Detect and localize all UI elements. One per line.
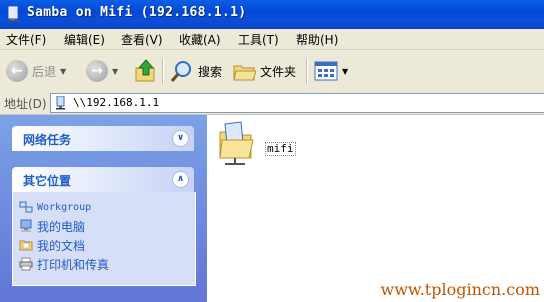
address-input[interactable]: \\192.168.1.1 xyxy=(50,93,544,113)
search-label: 搜索 xyxy=(198,64,223,79)
file-list: mifi xyxy=(207,115,544,302)
workgroup-icon xyxy=(19,201,33,213)
network-share-icon xyxy=(8,6,18,22)
forward-arrow-icon: → xyxy=(86,60,108,82)
network-tasks-title: 网络任务 xyxy=(23,133,72,147)
link-printers-faxes-label: 打印机和传真 xyxy=(37,257,110,272)
folders-icon xyxy=(233,65,256,81)
link-my-computer-label: 我的电脑 xyxy=(37,219,86,234)
my-documents-icon xyxy=(19,240,33,251)
menu-bar: 文件(F) 编辑(E) 查看(V) 收藏(A) 工具(T) 帮助(H) xyxy=(0,29,544,50)
toolbar-separator xyxy=(162,58,164,84)
up-folder-icon xyxy=(135,59,155,82)
window-title: Samba on Mifi (192.168.1.1) xyxy=(27,5,247,20)
network-folder-icon xyxy=(219,121,254,165)
up-folder-button[interactable] xyxy=(134,56,158,86)
menu-edit[interactable]: 编辑(E) xyxy=(64,31,105,48)
address-value: \\192.168.1.1 xyxy=(73,96,160,109)
expand-chevron-icon[interactable]: ∨ xyxy=(172,130,189,147)
menu-tools[interactable]: 工具(T) xyxy=(238,31,279,48)
toolbar-separator xyxy=(306,58,308,84)
link-my-documents-label: 我的文档 xyxy=(37,238,86,253)
other-places-title: 其它位置 xyxy=(23,174,72,188)
menu-help[interactable]: 帮助(H) xyxy=(296,31,338,48)
network-tasks-header[interactable]: 网络任务 ∨ xyxy=(12,126,194,151)
views-dropdown-icon[interactable]: ▼ xyxy=(342,67,348,76)
back-button[interactable]: ← 后退 ▼ xyxy=(6,56,66,86)
back-arrow-icon: ← xyxy=(6,60,28,82)
search-button[interactable]: 搜索 xyxy=(170,56,222,86)
my-computer-icon xyxy=(20,219,32,232)
toolbar: ← 后退 ▼ → ▼ 搜索 文件夹 ▼ xyxy=(0,50,544,93)
link-my-computer[interactable]: 我的电脑 xyxy=(19,218,85,234)
menu-favorites[interactable]: 收藏(A) xyxy=(179,31,221,48)
link-printers-faxes[interactable]: 打印机和传真 xyxy=(19,256,109,272)
folders-button[interactable]: 文件夹 xyxy=(232,56,296,86)
back-dropdown-icon[interactable]: ▼ xyxy=(60,67,66,76)
folders-label: 文件夹 xyxy=(260,64,297,79)
other-places-panel: Workgroup 我的电脑 我的文档 打印机和传真 xyxy=(12,192,196,286)
link-workgroup-label: Workgroup xyxy=(37,201,92,213)
menu-file[interactable]: 文件(F) xyxy=(6,31,46,48)
search-icon xyxy=(170,61,191,82)
shared-folder-item[interactable]: mifi xyxy=(217,120,297,170)
collapse-chevron-icon[interactable]: ∧ xyxy=(172,171,189,188)
views-button[interactable]: ▼ xyxy=(314,56,348,86)
network-share-icon xyxy=(56,96,65,110)
watermark: www.tplogincn.com xyxy=(322,278,544,302)
task-pane: 网络任务 ∨ 其它位置 ∧ Workgroup 我的电脑 我的文档 打印机和传真 xyxy=(0,115,207,302)
address-label: 地址(D) xyxy=(4,97,47,111)
address-bar: 地址(D) \\192.168.1.1 xyxy=(0,92,544,115)
link-workgroup[interactable]: Workgroup xyxy=(19,199,91,215)
forward-button[interactable]: → ▼ xyxy=(86,56,118,86)
other-places-header[interactable]: 其它位置 ∧ xyxy=(12,167,194,192)
printer-icon xyxy=(19,257,33,271)
views-icon xyxy=(314,61,338,81)
back-label: 后退 xyxy=(32,64,57,79)
title-bar: Samba on Mifi (192.168.1.1) xyxy=(0,0,544,29)
menu-view[interactable]: 查看(V) xyxy=(121,31,163,48)
shared-folder-name: mifi xyxy=(265,142,296,156)
link-my-documents[interactable]: 我的文档 xyxy=(19,237,85,253)
forward-dropdown-icon[interactable]: ▼ xyxy=(112,67,118,76)
